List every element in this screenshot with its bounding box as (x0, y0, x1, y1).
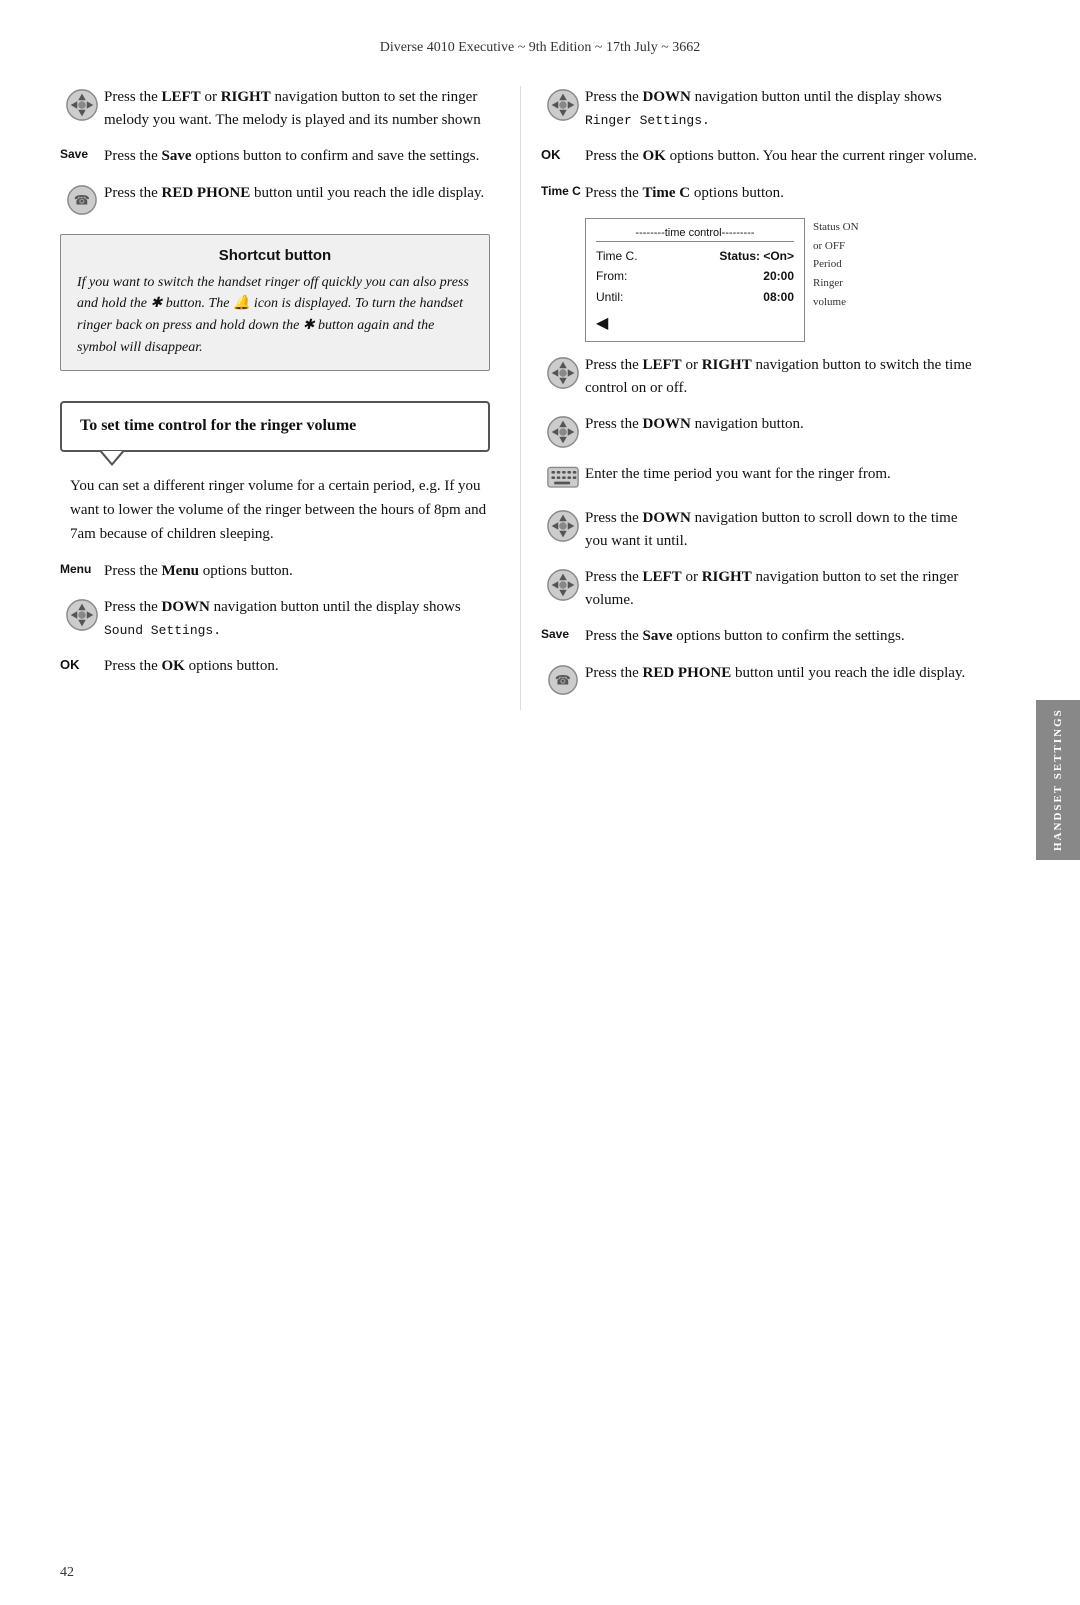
left-bottom-1-text: Press the Menu options button. (104, 560, 490, 583)
time-control-box: --------time control--------- Time C. St… (585, 218, 805, 342)
left-instr-2: Save Press the Save options button to co… (60, 145, 490, 168)
right-bottom-1: Press the LEFT or RIGHT navigation butto… (541, 354, 980, 399)
left-instr-3-text: Press the RED PHONE button until you rea… (104, 182, 490, 205)
tc-header: --------time control--------- (596, 227, 794, 242)
nav-icon-rb1 (541, 354, 585, 390)
tc-row-3: Until: 08:00 (596, 287, 794, 307)
main-columns: Press the LEFT or RIGHT navigation butto… (0, 86, 1080, 710)
side-tab: HANDSET SETTINGS (1036, 700, 1080, 860)
left-bottom-2: Press the DOWN navigation button until t… (60, 596, 490, 641)
phone-icon-2: ☎ (541, 662, 585, 696)
left-bottom-1: Menu Press the Menu options button. (60, 560, 490, 583)
svg-text:☎: ☎ (74, 192, 90, 207)
right-bottom-5-text: Press the LEFT or RIGHT navigation butto… (585, 566, 980, 611)
save-label-2: Save (541, 625, 585, 641)
right-bottom-7: ☎ Press the RED PHONE button until you r… (541, 662, 980, 696)
right-bottom-6: Save Press the Save options button to co… (541, 625, 980, 648)
page-header: Diverse 4010 Executive ~ 9th Edition ~ 1… (0, 30, 1080, 56)
right-instr-3-text: Press the Time C options button. (585, 182, 980, 205)
tc-val-3: 08:00 (763, 287, 794, 307)
right-instr-2-text: Press the OK options button. You hear th… (585, 145, 980, 168)
left-instr-1-text: Press the LEFT or RIGHT navigation butto… (104, 86, 490, 131)
page-container: HANDSET SETTINGS Diverse 4010 Executive … (0, 0, 1080, 1605)
page-number: 42 (60, 1565, 74, 1581)
tc-label-2: From: (596, 266, 627, 286)
right-column: Press the DOWN navigation button until t… (520, 86, 980, 710)
tc-side-2: or OFF (813, 237, 859, 256)
svg-text:☎: ☎ (555, 672, 571, 687)
save-label-1: Save (60, 145, 104, 161)
tc-label-1: Time C. (596, 246, 638, 266)
shortcut-text: If you want to switch the handset ringer… (77, 272, 473, 359)
right-bottom-1-text: Press the LEFT or RIGHT navigation butto… (585, 354, 980, 399)
section-box: To set time control for the ringer volum… (60, 401, 490, 451)
nav-icon-rb4 (541, 507, 585, 543)
phone-icon-1: ☎ (60, 182, 104, 216)
left-bottom-3-text: Press the OK options button. (104, 655, 490, 678)
tc-side-3: Period (813, 255, 859, 274)
right-bottom-4: Press the DOWN navigation button to scro… (541, 507, 980, 552)
tc-left: --------time control--------- Time C. St… (596, 227, 794, 333)
nav-icon-rb5 (541, 566, 585, 602)
nav-icon-2 (60, 596, 104, 632)
timec-label: Time C (541, 182, 585, 198)
tc-row-2: From: 20:00 (596, 266, 794, 286)
right-bottom-2-text: Press the DOWN navigation button. (585, 413, 980, 436)
left-bottom-2-text: Press the DOWN navigation button until t… (104, 596, 490, 641)
right-bottom-2: Press the DOWN navigation button. (541, 413, 980, 449)
right-instr-1: Press the DOWN navigation button until t… (541, 86, 980, 131)
right-bottom-3-text: Enter the time period you want for the r… (585, 463, 980, 486)
section-box-title: To set time control for the ringer volum… (80, 415, 470, 437)
section-box-arrow-inner (102, 451, 122, 463)
kbd-icon-container (541, 463, 585, 493)
tc-arrow-row: ◀ (596, 311, 794, 333)
shortcut-box: Shortcut button If you want to switch th… (60, 234, 490, 372)
ok-label-left: OK (60, 655, 104, 672)
menu-label: Menu (60, 560, 104, 576)
right-bottom-4-text: Press the DOWN navigation button to scro… (585, 507, 980, 552)
nav-icon-1 (60, 86, 104, 122)
tc-side-1: Status ON (813, 218, 859, 237)
right-bottom-6-text: Press the Save options button to confirm… (585, 625, 980, 648)
right-instr-3: Time C Press the Time C options button. (541, 182, 980, 205)
nav-icon-rb2 (541, 413, 585, 449)
nav-icon-r1 (541, 86, 585, 122)
tc-side-labels: Status ON or OFF Period Ringer volume (813, 218, 859, 311)
tc-row-1: Time C. Status: <On> (596, 246, 794, 266)
section-intro: You can set a different ringer volume fo… (60, 474, 490, 546)
left-instr-3: ☎ Press the RED PHONE button until you r… (60, 182, 490, 216)
tc-label-3: Until: (596, 287, 623, 307)
right-instr-2: OK Press the OK options button. You hear… (541, 145, 980, 168)
right-instr-1-text: Press the DOWN navigation button until t… (585, 86, 980, 131)
tc-arrow-icon: ◀ (596, 313, 608, 333)
time-control-container: --------time control--------- Time C. St… (585, 218, 980, 342)
tc-val-1: Status: <On> (719, 246, 794, 266)
right-bottom-5: Press the LEFT or RIGHT navigation butto… (541, 566, 980, 611)
left-instr-1: Press the LEFT or RIGHT navigation butto… (60, 86, 490, 131)
tc-val-2: 20:00 (763, 266, 794, 286)
right-bottom-7-text: Press the RED PHONE button until you rea… (585, 662, 980, 685)
left-column: Press the LEFT or RIGHT navigation butto… (60, 86, 520, 710)
right-bottom-3: Enter the time period you want for the r… (541, 463, 980, 493)
left-bottom-3: OK Press the OK options button. (60, 655, 490, 678)
tc-side-5: volume (813, 293, 859, 312)
left-instr-2-text: Press the Save options button to confirm… (104, 145, 490, 168)
tc-side-4: Ringer (813, 274, 859, 293)
ok-label-right: OK (541, 145, 585, 162)
shortcut-title: Shortcut button (77, 247, 473, 264)
